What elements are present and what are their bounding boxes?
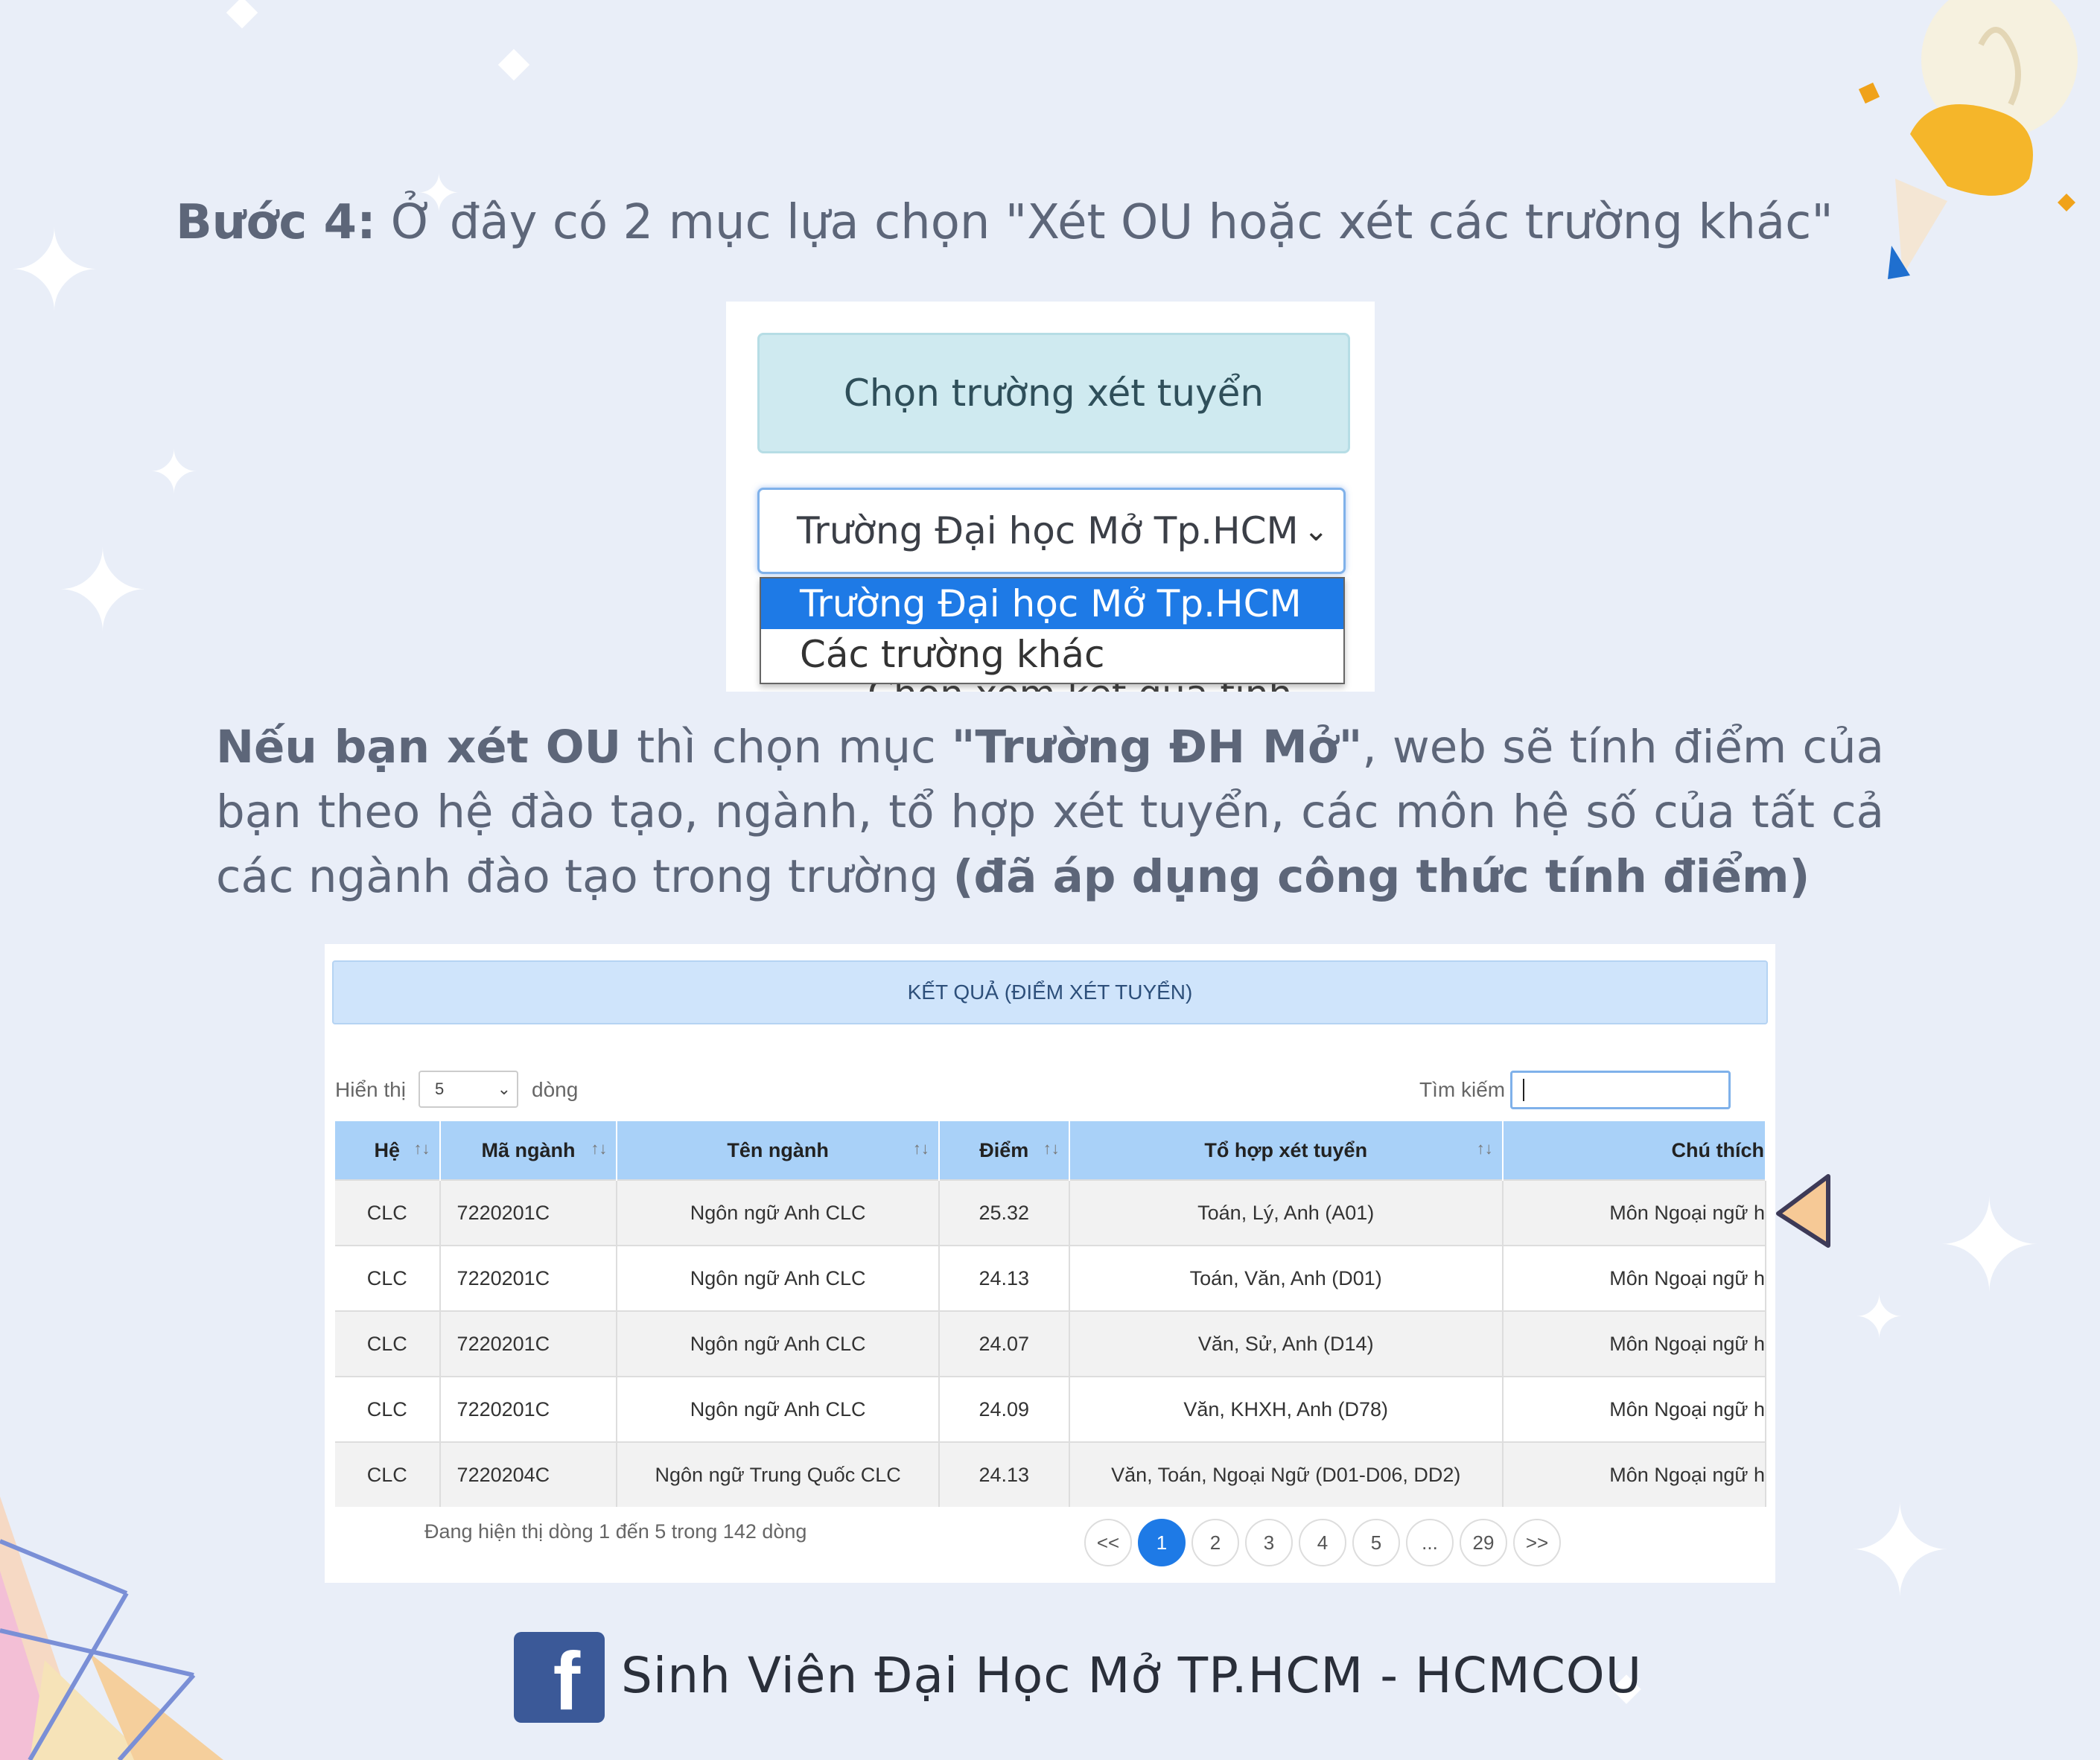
table-row: CLC 7220201C Ngôn ngữ Anh CLC 24.09 Văn,… [335, 1376, 1767, 1442]
sparkle-icon: ✦ [1936, 1173, 2043, 1321]
pager-page-2[interactable]: 2 [1191, 1519, 1239, 1566]
sort-icon: ↑↓ [591, 1139, 608, 1158]
facebook-icon[interactable]: f [514, 1632, 605, 1723]
cell-ten-nganh: Ngôn ngữ Anh CLC [617, 1179, 940, 1246]
pager-page-1[interactable]: 1 [1138, 1519, 1186, 1566]
cell-diem: 24.13 [938, 1441, 1070, 1507]
sparkle-icon: ✦ [1854, 1283, 1905, 1352]
pagination: << 1 2 3 4 5 ... 29 >> [1084, 1519, 1561, 1566]
cell-ma-nganh: 7220201C [439, 1245, 618, 1311]
column-header-he[interactable]: Hệ ↑↓ [335, 1121, 441, 1180]
cell-chu-thich: Môn Ngoại ngữ h [1502, 1441, 1767, 1507]
page-size-select[interactable]: 5 ⌄ [419, 1071, 518, 1108]
cell-ten-nganh: Ngôn ngữ Anh CLC [617, 1376, 940, 1442]
cell-chu-thich: Môn Ngoại ngữ h [1502, 1376, 1767, 1442]
cell-diem: 25.32 [938, 1179, 1070, 1246]
diamond-shape [226, 0, 258, 29]
pager-page-3[interactable]: 3 [1245, 1519, 1293, 1566]
cell-he: CLC [335, 1310, 441, 1377]
sort-icon: ↑↓ [912, 1139, 929, 1158]
cell-ten-nganh: Ngôn ngữ Anh CLC [617, 1310, 940, 1377]
sparkle-icon: ✦ [149, 438, 200, 507]
school-select[interactable]: Trường Đại học Mở Tp.HCM ⌄ [757, 488, 1346, 574]
cell-ma-nganh: 7220204C [439, 1441, 618, 1507]
cell-diem: 24.07 [938, 1310, 1070, 1377]
pager-page-5[interactable]: 5 [1352, 1519, 1400, 1566]
pager-first-button[interactable]: << [1084, 1519, 1132, 1566]
cell-diem: 24.13 [938, 1245, 1070, 1311]
step-heading: Bước 4: Ở đây có 2 mục lựa chọn "Xét OU … [176, 195, 1833, 250]
table-row: CLC 7220201C Ngôn ngữ Anh CLC 24.07 Văn,… [335, 1310, 1767, 1377]
search-input[interactable] [1510, 1071, 1731, 1109]
para-bold-3: "Trường ĐH Mở" [951, 721, 1363, 774]
sort-icon: ↑↓ [1043, 1139, 1060, 1158]
column-header-to-hop[interactable]: Tổ hợp xét tuyển ↑↓ [1069, 1121, 1504, 1180]
pager-page-29[interactable]: 29 [1460, 1519, 1507, 1566]
table-row: CLC 7220204C Ngôn ngữ Trung Quốc CLC 24.… [335, 1441, 1767, 1507]
para-bold-1: Nếu bạn xét OU [216, 721, 622, 774]
cell-chu-thich: Môn Ngoại ngữ h [1502, 1245, 1767, 1311]
cell-he: CLC [335, 1441, 441, 1507]
results-table: Hệ ↑↓ Mã ngành ↑↓ Tên ngành ↑↓ Điểm ↑↓ Tổ hợ… [335, 1121, 1767, 1507]
cell-chu-thich: Môn Ngoại ngữ h [1502, 1310, 1767, 1377]
cell-to-hop: Toán, Văn, Anh (D01) [1069, 1245, 1504, 1311]
para-text-2: thì chọn mục [621, 721, 952, 774]
cell-to-hop: Văn, Sử, Anh (D14) [1069, 1310, 1504, 1377]
cell-ma-nganh: 7220201C [439, 1179, 618, 1246]
step-text: Ở đây có 2 mục lựa chọn "Xét OU hoặc xét… [375, 195, 1833, 250]
geometric-pattern [0, 1496, 223, 1760]
text-cursor [1523, 1079, 1524, 1101]
sparkle-icon: ✦ [1847, 1479, 1953, 1626]
cell-he: CLC [335, 1376, 441, 1442]
table-info-text: Đang hiện thị dòng 1 đến 5 trong 142 dòn… [424, 1520, 807, 1543]
lightbulb-pencil-icon [1858, 0, 2078, 279]
dropdown-option-other-schools[interactable]: Các trường khác [761, 629, 1343, 680]
column-header-ten-nganh[interactable]: Tên ngành ↑↓ [617, 1121, 940, 1180]
cell-ten-nganh: Ngôn ngữ Anh CLC [617, 1245, 940, 1311]
pager-page-4[interactable]: 4 [1299, 1519, 1346, 1566]
triangle-pointer-icon [1776, 1174, 1830, 1248]
column-header-diem[interactable]: Điểm ↑↓ [938, 1121, 1070, 1180]
cell-ma-nganh: 7220201C [439, 1376, 618, 1442]
school-select-value: Trường Đại học Mở Tp.HCM [797, 509, 1299, 552]
show-label: Hiển thị [335, 1078, 406, 1101]
search-label: Tìm kiếm [1419, 1078, 1506, 1101]
chevron-down-icon: ⌄ [497, 1080, 511, 1098]
cell-he: CLC [335, 1245, 441, 1311]
cell-to-hop: Toán, Lý, Anh (A01) [1069, 1179, 1504, 1246]
results-screenshot: KẾT QUẢ (ĐIỂM XÉT TUYỂN) Hiển thị 5 ⌄ dò… [325, 944, 1775, 1583]
rows-label: dòng [532, 1078, 579, 1101]
footer-page-name: Sinh Viên Đại Học Mở TP.HCM - HCMCOU [621, 1647, 1643, 1704]
sort-icon: ↑↓ [1476, 1139, 1493, 1158]
table-header-row: Hệ ↑↓ Mã ngành ↑↓ Tên ngành ↑↓ Điểm ↑↓ Tổ hợ… [335, 1121, 1767, 1180]
sort-icon: ↑↓ [413, 1139, 430, 1158]
sparkle-icon: ✦ [56, 527, 150, 657]
step-label: Bước 4: [176, 195, 376, 250]
sparkle-icon: ✦ [7, 207, 101, 337]
choose-school-button[interactable]: Chọn trường xét tuyển [757, 333, 1350, 453]
dropdown-option-hcmou[interactable]: Trường Đại học Mở Tp.HCM [761, 578, 1343, 629]
results-header: KẾT QUẢ (ĐIỂM XÉT TUYỂN) [332, 960, 1768, 1024]
school-dropdown-list: Trường Đại học Mở Tp.HCM Các trường khác [760, 577, 1345, 684]
school-selector-screenshot: Chọn xem kết quả tính Chọn trường xét tu… [726, 302, 1375, 692]
explanation-paragraph: Nếu bạn xét OU thì chọn mục "Trường ĐH M… [216, 715, 1884, 909]
table-row: CLC 7220201C Ngôn ngữ Anh CLC 24.13 Toán… [335, 1245, 1767, 1311]
cell-chu-thich: Môn Ngoại ngữ h [1502, 1179, 1767, 1246]
page-size-value: 5 [435, 1080, 445, 1098]
para-bold-5: (đã áp dụng công thức tính điểm) [952, 850, 1810, 903]
cell-he: CLC [335, 1179, 441, 1246]
column-header-ma-nganh[interactable]: Mã ngành ↑↓ [439, 1121, 618, 1180]
cell-ten-nganh: Ngôn ngữ Trung Quốc CLC [617, 1441, 940, 1507]
cell-to-hop: Văn, Toán, Ngoại Ngữ (D01-D06, DD2) [1069, 1441, 1504, 1507]
pager-ellipsis: ... [1406, 1519, 1454, 1566]
cell-ma-nganh: 7220201C [439, 1310, 618, 1377]
table-row: CLC 7220201C Ngôn ngữ Anh CLC 25.32 Toán… [335, 1179, 1767, 1246]
cell-diem: 24.09 [938, 1376, 1070, 1442]
diamond-shape [497, 48, 530, 81]
cell-to-hop: Văn, KHXH, Anh (D78) [1069, 1376, 1504, 1442]
pager-last-button[interactable]: >> [1513, 1519, 1561, 1566]
column-header-chu-thich[interactable]: Chú thích [1502, 1121, 1767, 1180]
chevron-down-icon: ⌄ [1303, 514, 1329, 548]
